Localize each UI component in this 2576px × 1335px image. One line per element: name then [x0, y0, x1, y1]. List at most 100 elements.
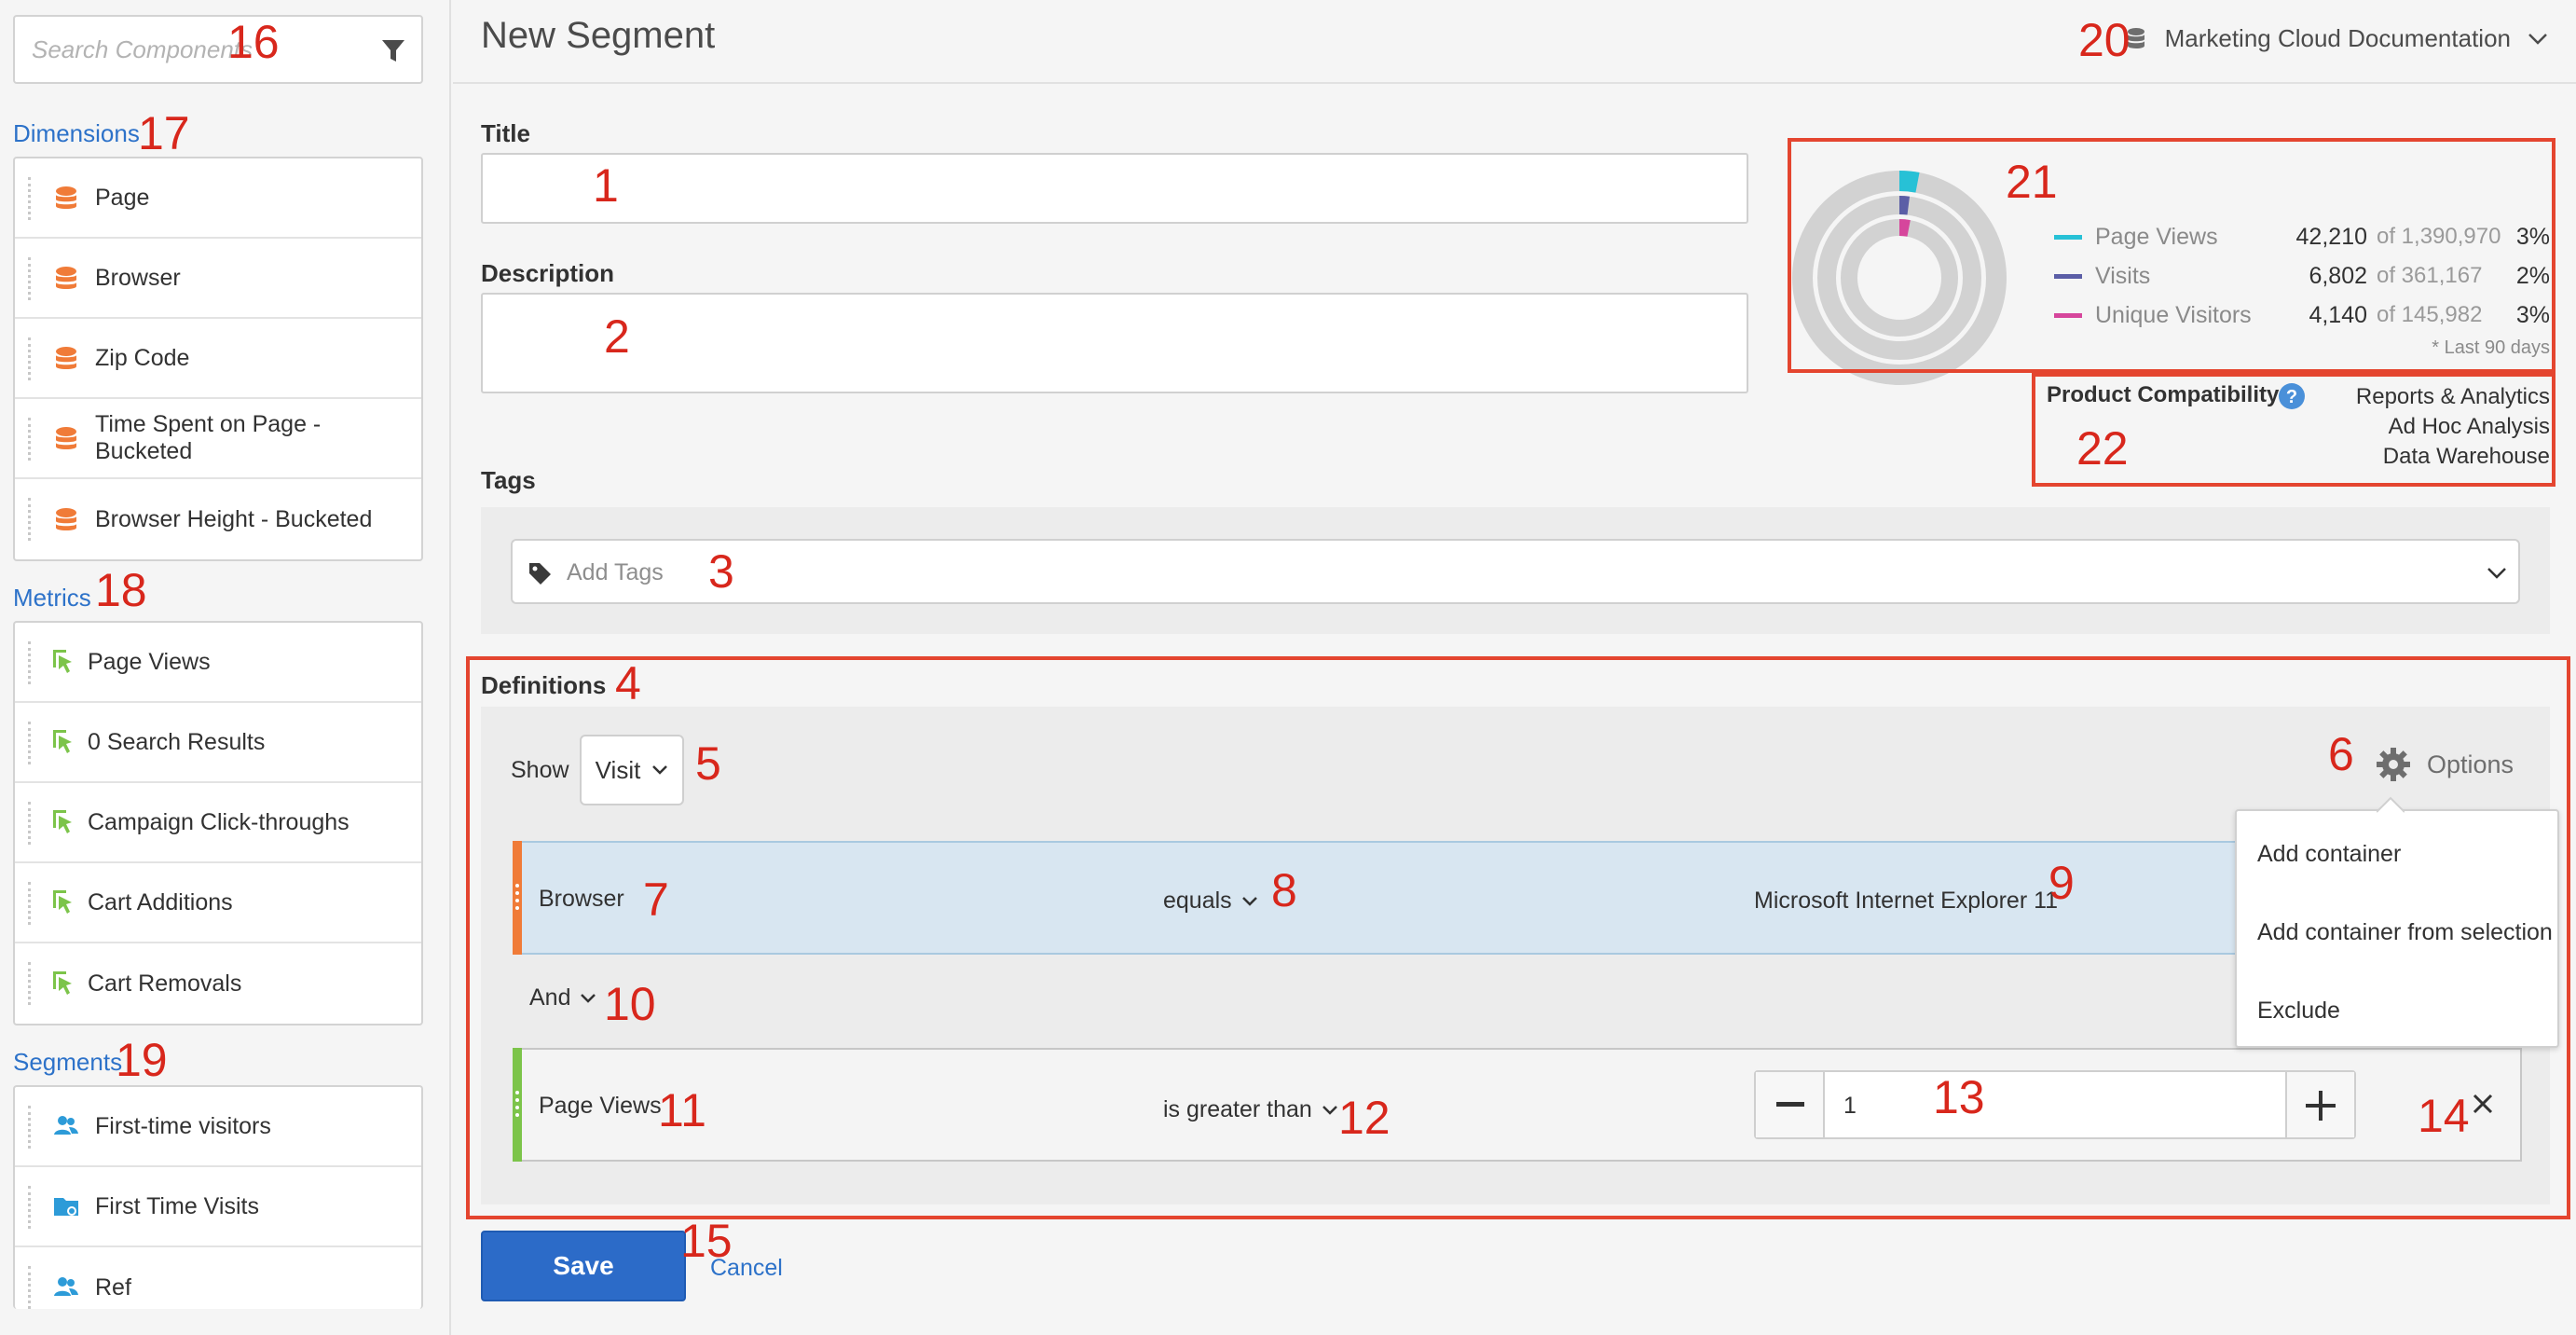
segment-item[interactable]: First Time Visits	[15, 1167, 421, 1247]
tag-icon	[529, 563, 551, 585]
segment-folder-icon	[54, 1198, 78, 1216]
annotation-number: 17	[138, 107, 190, 159]
dimension-item[interactable]: Page	[15, 158, 421, 239]
drag-handle-icon[interactable]	[28, 1106, 31, 1149]
drag-handle-icon[interactable]	[28, 802, 31, 845]
segments-list: First-time visitors First Time Visits Re…	[13, 1085, 423, 1309]
description-label: Description	[481, 259, 615, 287]
search-placeholder: Search Components	[32, 35, 253, 63]
metric-icon	[53, 810, 72, 833]
component-sidebar: Search Components Dimensions Page Browse…	[0, 0, 451, 1335]
drag-handle-icon[interactable]	[28, 177, 31, 220]
drag-handle-icon[interactable]	[28, 641, 31, 684]
annotation-number: 3	[708, 545, 734, 598]
annotation-number: 16	[227, 16, 280, 68]
drag-handle-icon[interactable]	[28, 337, 31, 380]
dimension-label: Time Spent on Page - Bucketed	[95, 411, 322, 464]
metric-item[interactable]: Page Views	[15, 623, 421, 703]
page-title: New Segment	[481, 15, 716, 56]
metric-label: Page Views	[88, 648, 211, 675]
tags-placeholder: Add Tags	[567, 559, 664, 585]
annotation-box-summary	[1788, 138, 2555, 373]
metric-icon	[53, 730, 72, 753]
metric-icon	[53, 971, 72, 995]
drag-handle-icon[interactable]	[28, 498, 31, 541]
annotation-number: 13	[1933, 1071, 1985, 1123]
metric-item[interactable]: Campaign Click-throughs	[15, 783, 421, 863]
dimension-label: Browser	[95, 264, 181, 291]
report-suite-selector[interactable]: Marketing Cloud Documentation	[2126, 24, 2548, 53]
dimension-label: Browser Height - Bucketed	[95, 505, 373, 532]
annotation-number: 1	[593, 159, 619, 212]
drag-handle-icon[interactable]	[28, 257, 31, 300]
metric-item[interactable]: Cart Removals	[15, 943, 421, 1024]
drag-handle-icon[interactable]	[28, 722, 31, 764]
chevron-down-icon[interactable]	[2487, 567, 2507, 580]
segment-label: First-time visitors	[95, 1112, 271, 1139]
dimension-item[interactable]: Browser Height - Bucketed	[15, 479, 421, 559]
segment-people-icon	[54, 1116, 78, 1135]
dimension-icon	[56, 508, 76, 530]
dimension-icon	[56, 347, 76, 369]
annotation-number: 20	[2078, 14, 2131, 66]
dimensions-list: Page Browser Zip Code Time Spent on Page…	[13, 157, 423, 561]
annotation-number: 15	[680, 1215, 733, 1267]
annotation-number: 12	[1338, 1092, 1391, 1144]
description-textarea[interactable]	[481, 293, 1748, 393]
segment-item[interactable]: Ref	[15, 1247, 421, 1309]
drag-handle-icon[interactable]	[28, 962, 31, 1005]
annotation-number: 19	[116, 1034, 168, 1086]
metric-label: Campaign Click-throughs	[88, 808, 349, 835]
annotation-number: 22	[2076, 422, 2129, 475]
metrics-list: Page Views 0 Search Results Campaign Cli…	[13, 621, 423, 1025]
search-components-input[interactable]: Search Components	[13, 15, 423, 84]
segments-heading[interactable]: Segments	[13, 1048, 122, 1077]
tags-input[interactable]: Add Tags	[511, 539, 2520, 604]
tags-label: Tags	[481, 466, 536, 494]
title-input[interactable]	[481, 153, 1748, 224]
dimensions-heading[interactable]: Dimensions	[13, 119, 140, 148]
drag-handle-icon[interactable]	[28, 1186, 31, 1229]
annotation-number: 5	[695, 737, 721, 790]
metrics-heading[interactable]: Metrics	[13, 584, 91, 612]
dimension-item[interactable]: Browser	[15, 239, 421, 319]
annotation-number: 2	[604, 310, 630, 363]
save-button[interactable]: Save	[481, 1231, 686, 1301]
dimension-icon	[56, 267, 76, 289]
metric-item[interactable]: 0 Search Results	[15, 703, 421, 783]
segment-label: First Time Visits	[95, 1192, 259, 1219]
annotation-number: 18	[95, 564, 147, 616]
metric-label: Cart Removals	[88, 970, 242, 997]
annotation-number: 6	[2328, 728, 2354, 780]
dimension-icon	[56, 427, 76, 449]
dimension-item[interactable]: Time Spent on Page - Bucketed	[15, 399, 421, 479]
report-suite-name: Marketing Cloud Documentation	[2164, 24, 2511, 52]
dimension-item[interactable]: Zip Code	[15, 319, 421, 399]
annotation-number: 9	[2048, 857, 2075, 909]
segment-item[interactable]: First-time visitors	[15, 1087, 421, 1167]
page-header: New Segment Marketing Cloud Documentatio…	[453, 0, 2576, 84]
annotation-number: 10	[604, 978, 656, 1030]
filter-icon[interactable]	[380, 37, 406, 65]
metric-icon	[53, 890, 72, 914]
drag-handle-icon[interactable]	[28, 1266, 31, 1309]
title-label: Title	[481, 119, 530, 147]
dimension-label: Page	[95, 184, 150, 211]
metric-item[interactable]: Cart Additions	[15, 863, 421, 943]
annotation-number: 7	[643, 874, 669, 926]
segment-people-icon	[54, 1277, 78, 1296]
drag-handle-icon[interactable]	[28, 882, 31, 925]
metric-label: 0 Search Results	[88, 728, 266, 755]
segment-label: Ref	[95, 1273, 131, 1301]
dimension-icon	[56, 186, 76, 209]
annotation-number: 8	[1271, 864, 1297, 916]
annotation-number: 4	[615, 657, 641, 709]
annotation-number: 11	[658, 1084, 706, 1136]
metric-label: Cart Additions	[88, 888, 233, 915]
metric-icon	[53, 650, 72, 673]
annotation-box-definitions	[466, 656, 2570, 1219]
drag-handle-icon[interactable]	[28, 418, 31, 461]
dimension-label: Zip Code	[95, 344, 190, 371]
annotation-number: 14	[2418, 1090, 2470, 1142]
chevron-down-icon	[2528, 33, 2547, 45]
